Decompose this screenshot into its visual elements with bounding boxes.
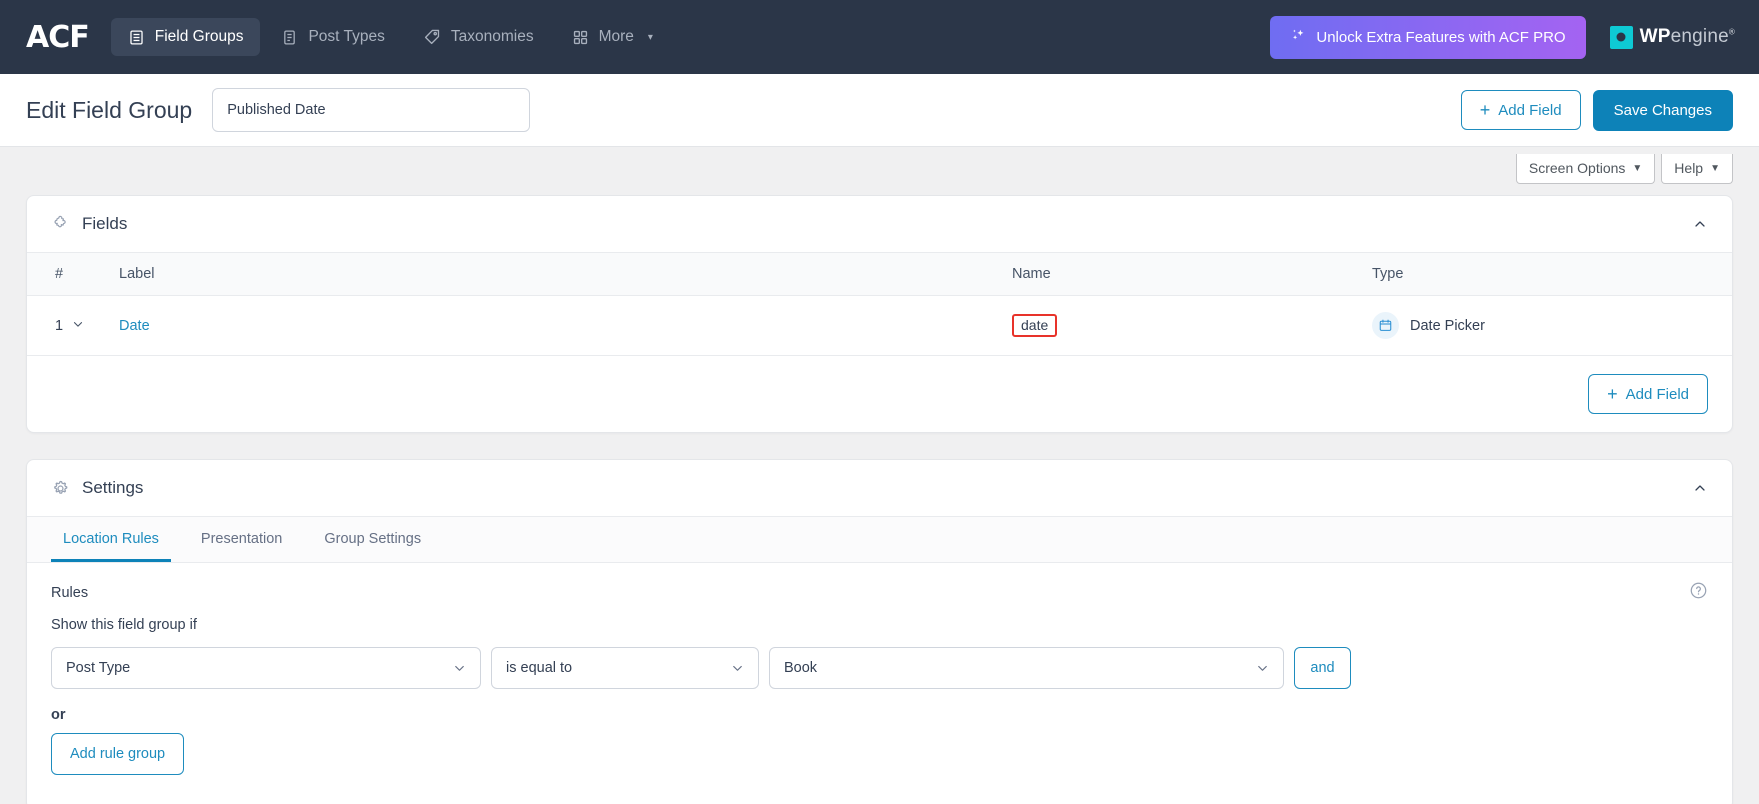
add-rule-group-button[interactable]: Add rule group	[51, 733, 185, 775]
fields-panel-header: Fields	[27, 196, 1732, 253]
fields-table: # Label Name Type 1 Date date Date Picke…	[27, 253, 1732, 356]
chevron-down-icon	[730, 661, 745, 676]
chevron-down-icon	[1255, 661, 1270, 676]
post-document-icon	[281, 29, 298, 46]
add-field-button-panel[interactable]: + Add Field	[1588, 374, 1708, 414]
nav-item-label: More	[598, 28, 634, 45]
list-document-icon	[128, 29, 145, 46]
wpengine-wp: WP	[1639, 26, 1671, 47]
sparkle-icon	[1290, 27, 1307, 48]
fields-panel: Fields # Label Name Type 1 Date date Dat…	[26, 195, 1733, 433]
add-field-label: Add Field	[1625, 385, 1689, 403]
or-label: or	[51, 707, 66, 723]
settings-panel-title: Settings	[82, 478, 144, 497]
field-label-link[interactable]: Date	[119, 318, 150, 334]
nav-item-taxonomies[interactable]: Taxonomies	[406, 18, 551, 56]
acf-navbar: ACF Field Groups Post Types Taxonomies M…	[0, 0, 1759, 74]
save-changes-button[interactable]: Save Changes	[1592, 89, 1733, 131]
tag-icon	[423, 28, 441, 46]
column-header-handle	[71, 253, 119, 296]
question-circle-icon[interactable]	[1689, 581, 1708, 600]
fields-table-body: 1 Date date Date Picker	[27, 295, 1732, 356]
chevron-down-icon: ▼	[1710, 162, 1720, 174]
nav-item-label: Field Groups	[154, 28, 244, 45]
rule-param-select[interactable]: Post Type	[51, 647, 481, 689]
calendar-icon	[1372, 312, 1399, 339]
settings-panel-collapse-toggle[interactable]	[1692, 480, 1708, 496]
help-button[interactable]: Help ▼	[1661, 154, 1733, 184]
puzzle-piece-icon	[51, 215, 70, 234]
field-name-value: date	[1012, 314, 1058, 337]
rule-operator-value: is equal to	[506, 660, 573, 676]
settings-panel: Settings Location Rules Presentation Gro…	[26, 459, 1733, 804]
settings-tabs: Location Rules Presentation Group Settin…	[27, 517, 1732, 563]
page-header: Edit Field Group + Add Field Save Change…	[0, 74, 1759, 147]
field-type-cell: Date Picker	[1372, 312, 1732, 339]
field-group-title-input[interactable]	[212, 88, 531, 132]
chevron-down-icon: ▼	[1632, 162, 1643, 174]
nav-item-field-groups[interactable]: Field Groups	[110, 18, 261, 56]
fields-table-header-row: # Label Name Type	[27, 253, 1732, 296]
tab-location-rules[interactable]: Location Rules	[51, 517, 171, 562]
screen-options-button[interactable]: Screen Options ▼	[1515, 154, 1656, 184]
screen-options-label: Screen Options	[1528, 160, 1626, 176]
fields-panel-collapse-toggle[interactable]	[1692, 216, 1708, 232]
rule-param-value: Post Type	[66, 660, 131, 676]
location-rules-body: Rules Show this field group if Post Type…	[27, 563, 1732, 804]
nav-item-label: Post Types	[308, 28, 385, 45]
rule-row: Post Type is equal to Book and	[51, 647, 1708, 689]
unlock-acf-pro-button[interactable]: Unlock Extra Features with ACF PRO	[1270, 15, 1586, 59]
grid-icon	[572, 29, 589, 46]
chevron-down-icon	[452, 661, 467, 676]
nav-item-post-types[interactable]: Post Types	[264, 18, 401, 56]
rules-heading: Rules	[51, 585, 89, 601]
tab-group-settings[interactable]: Group Settings	[312, 517, 433, 562]
wpengine-logo[interactable]: WPengine®	[1609, 25, 1735, 49]
fields-panel-title: Fields	[82, 214, 128, 233]
rule-value-value: Book	[784, 660, 818, 676]
field-type-label: Date Picker	[1410, 317, 1485, 334]
rule-value-select[interactable]: Book	[769, 647, 1284, 689]
plus-icon: +	[1607, 384, 1618, 404]
screen-options-strip: Screen Options ▼ Help ▼	[0, 147, 1759, 195]
table-row[interactable]: 1 Date date Date Picker	[27, 295, 1732, 356]
primary-nav: Field Groups Post Types Taxonomies More …	[110, 18, 670, 56]
add-field-button-header[interactable]: + Add Field	[1460, 90, 1581, 130]
settings-panel-header: Settings	[27, 460, 1732, 517]
field-expand-chevron-down-icon[interactable]	[71, 320, 85, 334]
nav-item-label: Taxonomies	[450, 28, 534, 45]
field-row-number: 1	[27, 295, 71, 356]
wpengine-wordmark: WPengine®	[1640, 26, 1735, 48]
fields-panel-footer: + Add Field	[27, 356, 1732, 432]
rule-operator-select[interactable]: is equal to	[491, 647, 759, 689]
column-header-name: Name	[1012, 253, 1372, 296]
help-label: Help	[1674, 160, 1704, 176]
gear-icon	[51, 479, 70, 498]
acf-logo[interactable]: ACF	[26, 20, 90, 55]
fields-table-head: # Label Name Type	[27, 253, 1732, 296]
wpengine-mark-icon	[1609, 25, 1633, 49]
navbar-right-cluster: Unlock Extra Features with ACF PRO WPeng…	[1270, 0, 1735, 74]
header-actions: + Add Field Save Changes	[1460, 89, 1733, 131]
nav-item-more[interactable]: More ▾	[555, 18, 670, 56]
add-field-label: Add Field	[1498, 101, 1562, 119]
add-and-rule-button[interactable]: and	[1294, 647, 1351, 689]
page-title: Edit Field Group	[26, 96, 193, 123]
column-header-label: Label	[119, 253, 1012, 296]
unlock-acf-pro-label: Unlock Extra Features with ACF PRO	[1316, 28, 1566, 46]
rules-subheading: Show this field group if	[51, 617, 197, 633]
content-area: Fields # Label Name Type 1 Date date Dat…	[0, 195, 1759, 804]
chevron-down-icon: ▾	[647, 31, 653, 43]
column-header-number: #	[27, 253, 71, 296]
wpengine-trademark: ®	[1728, 27, 1735, 37]
wpengine-engine: engine	[1670, 26, 1729, 47]
plus-icon: +	[1479, 100, 1491, 120]
screen-options-buttons: Screen Options ▼ Help ▼	[1515, 154, 1733, 184]
tab-presentation[interactable]: Presentation	[189, 517, 294, 562]
column-header-type: Type	[1372, 253, 1732, 296]
